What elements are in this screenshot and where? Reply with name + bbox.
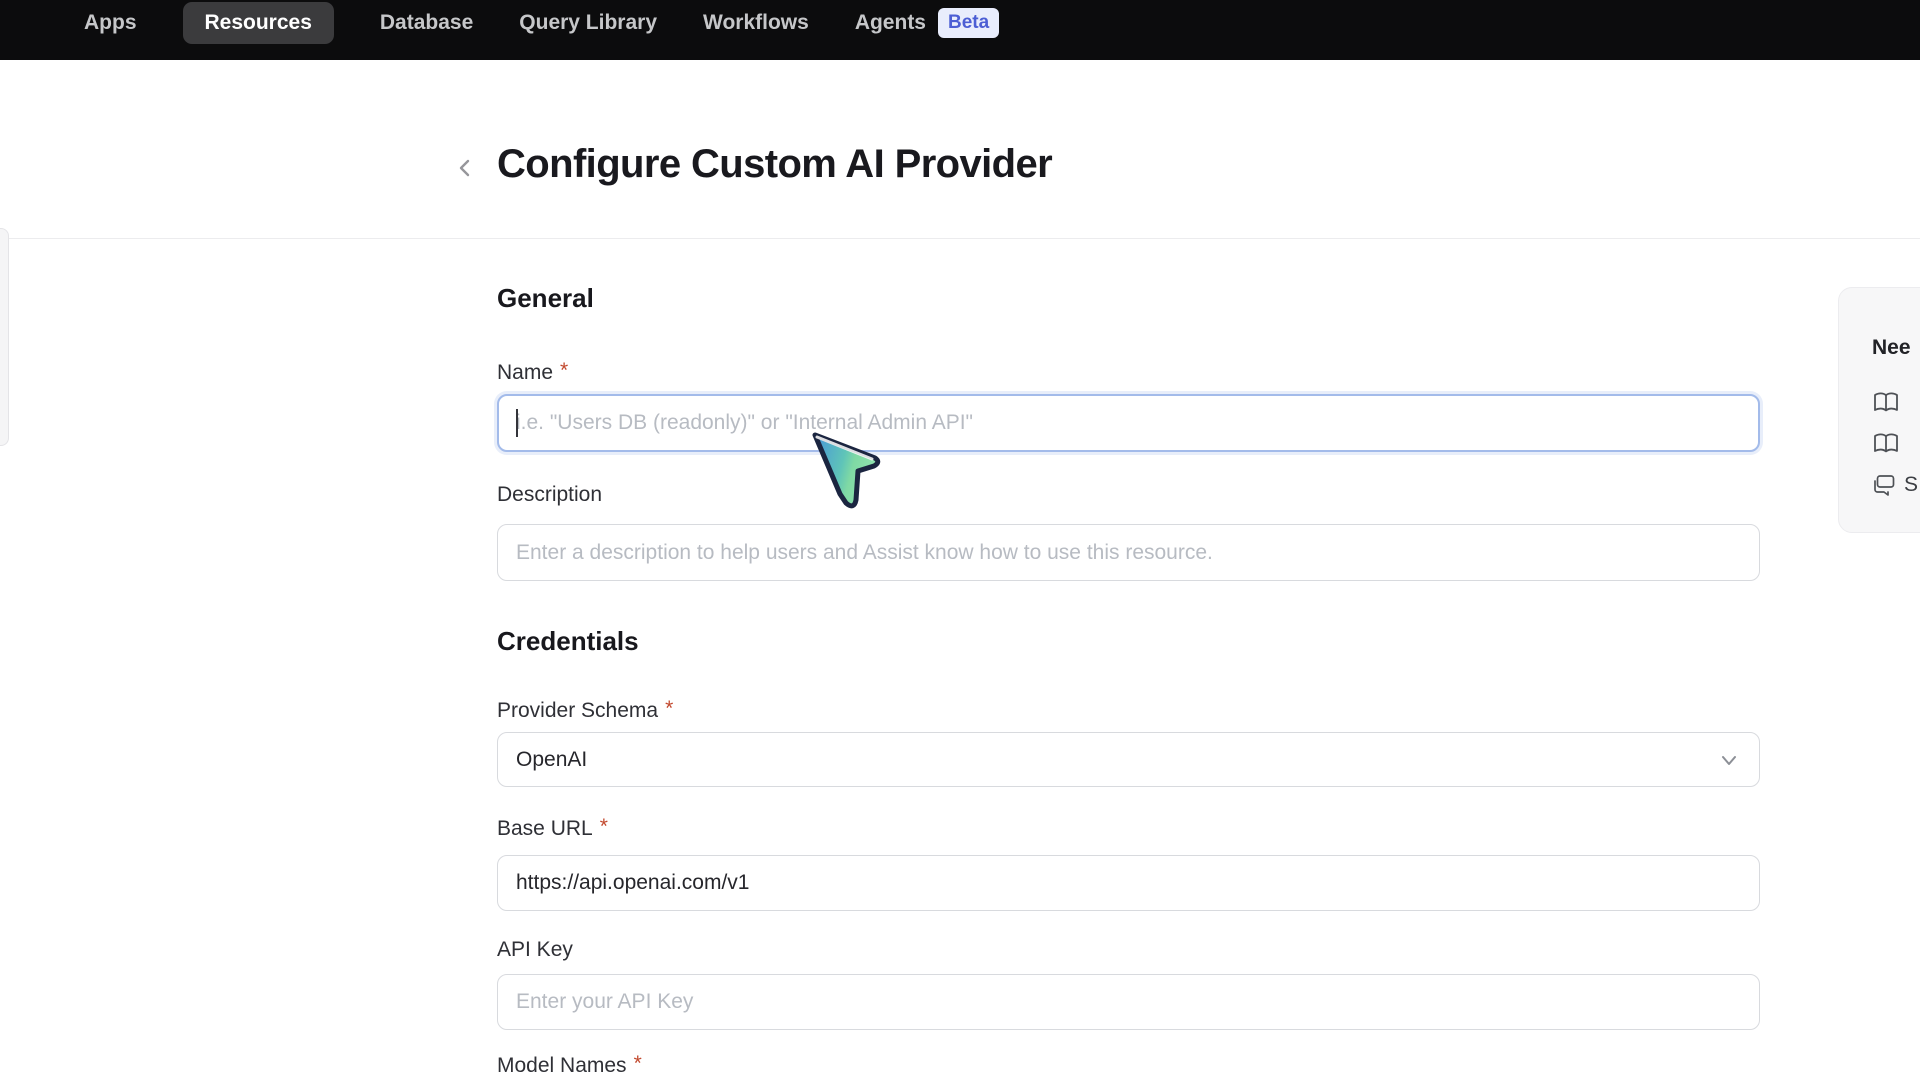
nav-item-apps[interactable]: Apps bbox=[84, 11, 137, 35]
required-asterisk: * bbox=[600, 815, 608, 838]
required-asterisk: * bbox=[634, 1052, 642, 1075]
back-button[interactable] bbox=[447, 150, 483, 186]
api-key-field-wrapper bbox=[497, 974, 1760, 1030]
provider-schema-label-text: Provider Schema bbox=[497, 699, 658, 722]
help-links: S bbox=[1872, 390, 1920, 498]
name-input[interactable] bbox=[497, 394, 1760, 452]
left-panel-fragment bbox=[0, 228, 9, 446]
name-field-wrapper bbox=[497, 394, 1760, 452]
description-label: Description bbox=[497, 483, 602, 507]
model-names-label: Model Names * bbox=[497, 1054, 642, 1078]
help-link-label: S bbox=[1904, 473, 1918, 497]
help-link-docs-1[interactable] bbox=[1872, 390, 1920, 416]
help-panel-heading: Nee bbox=[1872, 336, 1920, 360]
book-icon bbox=[1872, 432, 1900, 456]
name-label: Name * bbox=[497, 361, 568, 385]
name-label-text: Name bbox=[497, 361, 553, 384]
configure-provider-page: Apps Resources Database Query Library Wo… bbox=[0, 0, 1920, 1080]
provider-schema-label: Provider Schema * bbox=[497, 699, 673, 723]
help-link-docs-2[interactable] bbox=[1872, 431, 1920, 457]
chat-icon bbox=[1872, 474, 1896, 496]
text-caret bbox=[516, 409, 518, 437]
api-key-label: API Key bbox=[497, 938, 573, 962]
section-heading-credentials: Credentials bbox=[497, 626, 639, 657]
base-url-label: Base URL * bbox=[497, 817, 608, 841]
base-url-label-text: Base URL bbox=[497, 817, 593, 840]
required-asterisk: * bbox=[560, 359, 568, 382]
chevron-down-icon bbox=[1717, 748, 1741, 772]
description-field-wrapper bbox=[497, 524, 1760, 581]
model-names-label-text: Model Names bbox=[497, 1054, 627, 1077]
api-key-input[interactable] bbox=[497, 974, 1760, 1030]
nav-item-database[interactable]: Database bbox=[380, 11, 473, 35]
description-input[interactable] bbox=[497, 524, 1760, 581]
required-asterisk: * bbox=[665, 697, 673, 720]
section-heading-general: General bbox=[497, 283, 594, 314]
help-link-support[interactable]: S bbox=[1872, 472, 1920, 498]
nav-item-resources[interactable]: Resources bbox=[183, 2, 334, 44]
base-url-input[interactable] bbox=[497, 855, 1760, 911]
chevron-left-icon bbox=[453, 156, 477, 180]
provider-form: General Name * Description Credentials Pr… bbox=[497, 0, 1760, 1080]
book-icon bbox=[1872, 391, 1900, 415]
provider-schema-select[interactable]: OpenAI bbox=[497, 732, 1760, 787]
help-panel: Nee S bbox=[1838, 287, 1920, 533]
base-url-field-wrapper bbox=[497, 855, 1760, 911]
provider-schema-value: OpenAI bbox=[516, 748, 587, 772]
